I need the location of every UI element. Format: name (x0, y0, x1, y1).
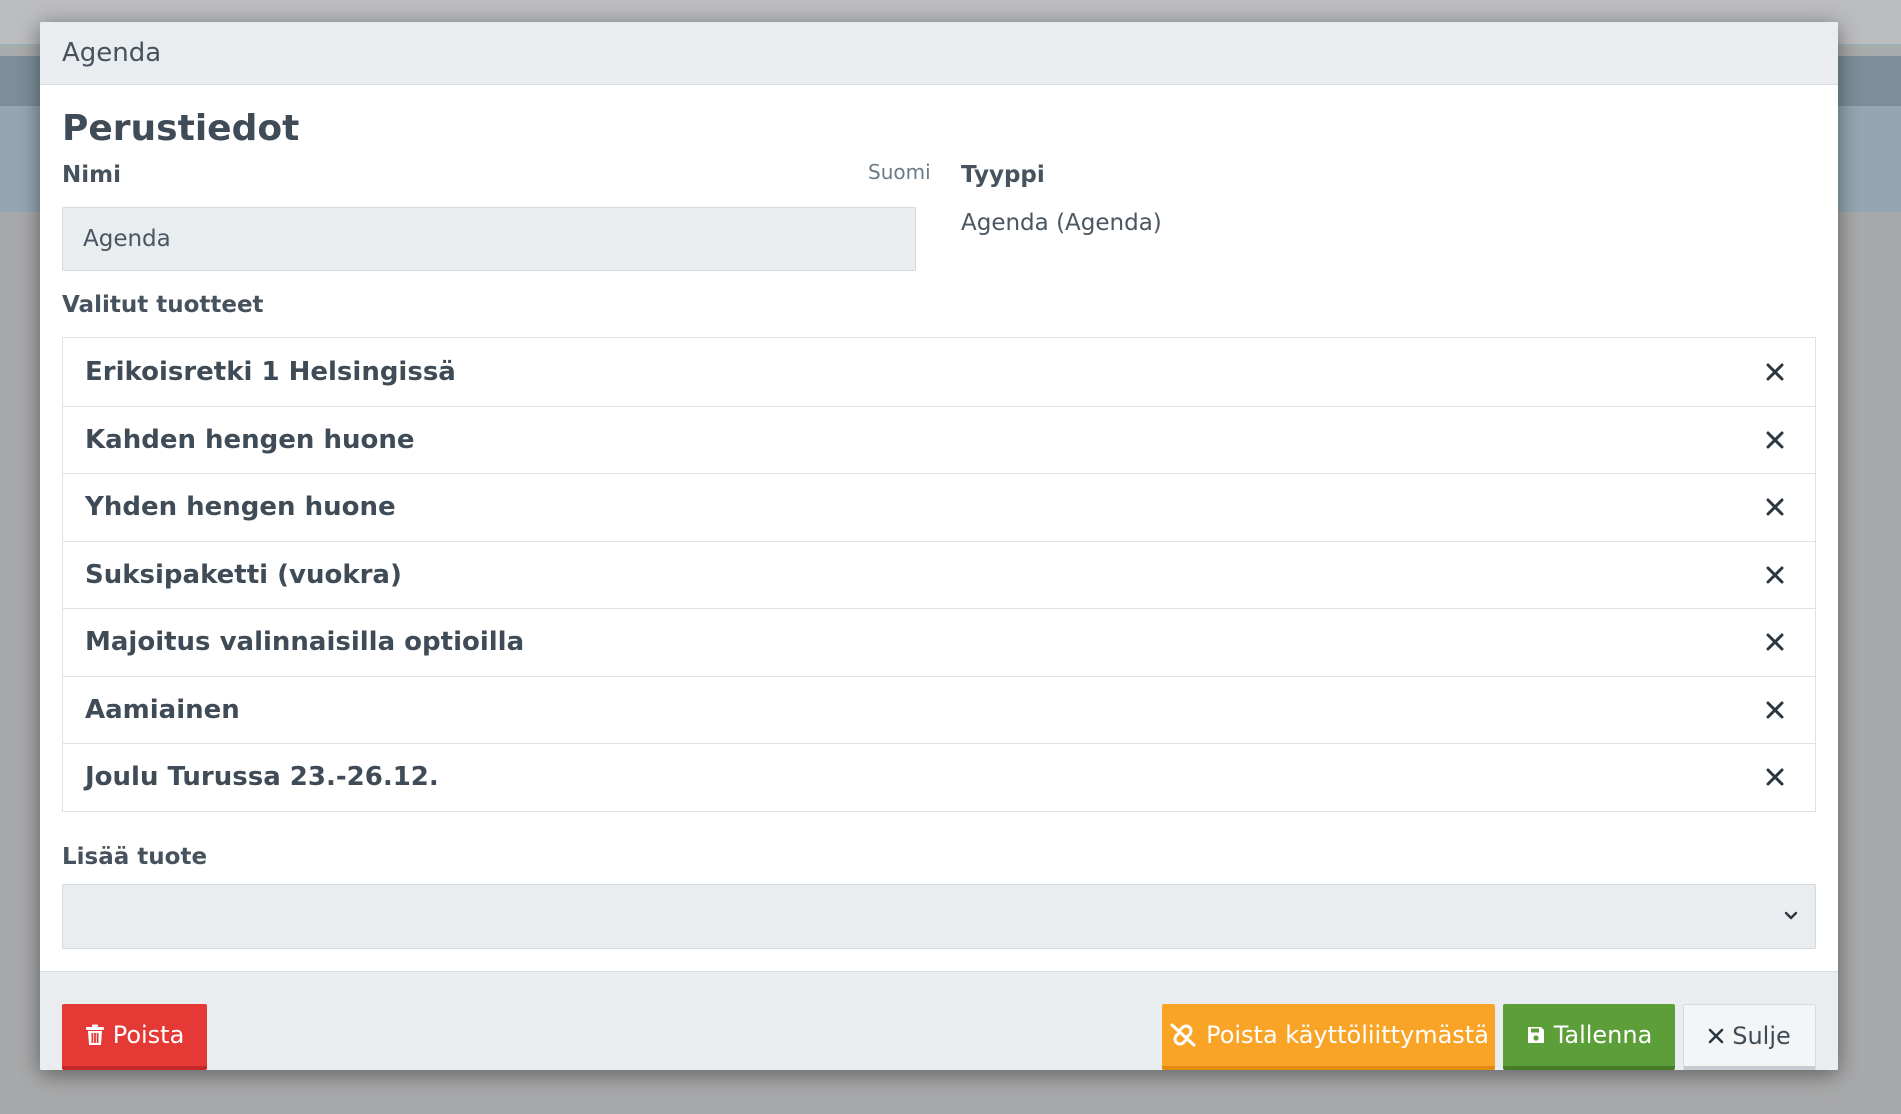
remove-product-button[interactable] (1761, 426, 1789, 454)
remove-product-button[interactable] (1761, 358, 1789, 386)
type-value: Agenda (Agenda) (961, 210, 1162, 236)
agenda-modal: Agenda Perustiedot Nimi Suomi Tyyppi Age… (40, 22, 1838, 1070)
unlink-button[interactable]: Poista käyttöliittymästä (1162, 1004, 1495, 1070)
chevron-down-icon (1783, 907, 1799, 927)
close-button-label: Sulje (1732, 1021, 1791, 1050)
close-icon (1766, 431, 1784, 449)
selected-products-label: Valitut tuotteet (62, 292, 264, 318)
remove-product-button[interactable] (1761, 561, 1789, 589)
product-item: Erikoisretki 1 Helsingissä (63, 338, 1815, 406)
floppy-disk-icon (1526, 1025, 1546, 1045)
unlink-button-label: Poista käyttöliittymästä (1206, 1021, 1489, 1049)
product-name: Aamiainen (85, 694, 240, 725)
product-name: Yhden hengen huone (85, 492, 396, 523)
close-icon (1766, 701, 1784, 719)
close-icon (1766, 498, 1784, 516)
modal-footer: Poista Poista käyttöliittymästä Tallenna… (40, 971, 1838, 1070)
name-label: Nimi (62, 162, 121, 188)
type-label: Tyyppi (961, 162, 1045, 188)
add-product-select[interactable] (62, 884, 1816, 949)
close-icon (1766, 363, 1784, 381)
section-title: Perustiedot (62, 108, 300, 149)
product-name: Suksipaketti (vuokra) (85, 559, 402, 590)
remove-product-button[interactable] (1761, 696, 1789, 724)
selected-products-list: Erikoisretki 1 Helsingissä Kahden hengen … (62, 337, 1816, 812)
product-item: Suksipaketti (vuokra) (63, 540, 1815, 609)
product-item: Joulu Turussa 23.-26.12. (63, 743, 1815, 811)
remove-product-button[interactable] (1761, 628, 1789, 656)
product-name: Kahden hengen huone (85, 424, 415, 455)
product-item: Kahden hengen huone (63, 405, 1815, 474)
trash-icon (85, 1024, 105, 1046)
remove-product-button[interactable] (1761, 493, 1789, 521)
close-icon (1766, 633, 1784, 651)
delete-button-label: Poista (112, 1021, 185, 1049)
close-icon (1708, 1028, 1724, 1044)
delete-button[interactable]: Poista (62, 1004, 207, 1070)
product-item: Aamiainen (63, 675, 1815, 744)
unlink-icon (1168, 1022, 1198, 1048)
close-icon (1766, 566, 1784, 584)
product-item: Yhden hengen huone (63, 473, 1815, 541)
product-item: Majoitus valinnaisilla optioilla (63, 608, 1815, 676)
save-button-label: Tallenna (1553, 1021, 1653, 1049)
product-name: Majoitus valinnaisilla optioilla (85, 627, 525, 658)
modal-title: Agenda (62, 38, 162, 68)
close-icon (1766, 768, 1784, 786)
name-language[interactable]: Suomi (868, 160, 931, 184)
add-product-label: Lisää tuote (62, 844, 208, 870)
modal-header: Agenda (40, 22, 1838, 85)
remove-product-button[interactable] (1761, 763, 1789, 791)
product-name: Erikoisretki 1 Helsingissä (85, 356, 456, 387)
name-input[interactable] (62, 207, 916, 271)
save-button[interactable]: Tallenna (1503, 1004, 1675, 1070)
close-button[interactable]: Sulje (1683, 1004, 1816, 1070)
product-name: Joulu Turussa 23.-26.12. (85, 762, 439, 793)
